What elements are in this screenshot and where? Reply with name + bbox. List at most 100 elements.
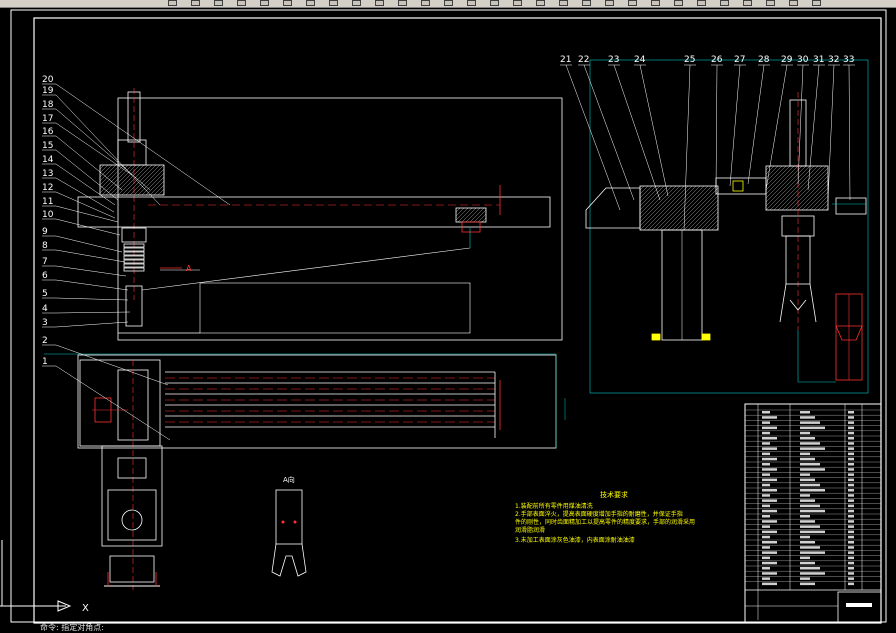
paste-icon[interactable] [329,0,338,6]
hatch-line [456,208,457,209]
properties-icon[interactable] [490,0,499,6]
parts-text-mark [762,468,777,471]
main-elevation-view [77,88,563,341]
command-line[interactable]: 命令: 指定对角点: [0,623,896,632]
hatch-line [659,186,705,230]
hatch-line [691,203,718,230]
drawing-canvas[interactable]: 201918171615141312111098765432121 22 23 24 2… [0,7,896,626]
hatch-line [145,176,164,195]
hatch-line [113,165,145,195]
help-icon[interactable] [628,0,637,6]
plot-style-icon[interactable] [812,0,821,6]
parts-text-mark [762,426,777,430]
callout-leader [55,94,161,206]
parts-text-mark [800,416,815,419]
layer-match-icon[interactable] [720,0,729,6]
callout-29: 29 [781,55,793,65]
parts-text-mark [800,473,810,476]
side-cylinder-port [732,180,744,192]
title-block [744,403,882,623]
palette-icon[interactable] [536,0,545,6]
callout-28: 28 [758,55,770,65]
hatch-line [109,165,141,195]
parts-text-mark [848,416,854,419]
lineweight-icon[interactable] [789,0,798,6]
side-foot-marker-left [651,333,661,341]
copy-icon[interactable] [306,0,315,6]
callout-leader [715,64,718,191]
callout-8: 8 [42,241,48,251]
design-center-icon[interactable] [513,0,522,6]
callout-25: 25 [684,55,695,65]
parts-text-mark [762,457,777,461]
parts-text-mark [762,421,770,424]
parts-text-mark [800,483,820,487]
parts-text-mark [800,421,820,424]
parts-text-mark [762,520,777,523]
parts-text-mark [762,525,770,528]
hatch-line [100,165,105,170]
hatch-line [640,186,653,199]
layer-prev-icon[interactable] [651,0,660,6]
parts-text-mark [762,437,777,440]
print-icon[interactable] [237,0,246,6]
parts-text-mark [800,561,815,565]
callout-15: 15 [42,141,53,151]
preview-icon[interactable] [260,0,269,6]
parts-text-mark [800,525,820,528]
layer-icon[interactable] [191,0,200,6]
parts-text-mark [848,525,854,528]
pan-icon[interactable] [421,0,430,6]
layer-props-icon[interactable] [674,0,683,6]
match-icon[interactable] [352,0,361,6]
zoom-icon[interactable] [444,0,453,6]
hatch-lines [766,166,828,210]
redo-icon[interactable] [398,0,407,6]
hatch-line [157,188,164,195]
parts-text-mark [848,541,854,544]
undo-icon[interactable] [375,0,384,6]
parts-text-mark [848,509,854,513]
zoom-window-icon[interactable] [467,0,476,6]
hatch-line [667,186,713,230]
hatch-line [801,183,828,210]
callout-4: 4 [42,304,48,314]
parts-text-mark [800,426,825,430]
parts-text-mark [762,494,770,497]
grid-icon[interactable] [168,0,177,6]
parts-text-mark [848,431,854,435]
parts-text-mark [800,515,810,518]
hatch-line [766,166,767,167]
callout-leader [55,191,116,219]
plan-view-frame [77,354,557,449]
parts-text-mark [800,572,825,575]
hatch-line [465,208,481,222]
sheet-icon[interactable] [559,0,568,6]
parts-text-mark [848,546,854,549]
hatch-line [766,166,779,179]
parts-text-mark [762,411,770,414]
hatch-line [809,191,828,210]
parts-text-mark [762,567,770,570]
cut-icon[interactable] [283,0,292,6]
parts-text-mark [800,478,815,482]
parts-text-mark [848,567,854,570]
callout-leader [55,311,131,314]
markup-icon[interactable] [582,0,591,6]
hatch-line [640,186,661,207]
parts-text-mark [848,561,854,565]
callout-3: 3 [42,318,48,328]
hatch-line [640,186,685,230]
parts-text-mark [800,447,825,450]
hatch-line [781,166,827,210]
section-arrow-label: A [186,264,192,273]
layer-state-icon[interactable] [697,0,706,6]
main-view-frame [117,97,563,341]
color-icon[interactable] [743,0,752,6]
save-icon[interactable] [214,0,223,6]
linetype-icon[interactable] [766,0,775,6]
side-view [585,59,869,394]
column-lower-block [107,489,157,541]
calc-icon[interactable] [605,0,614,6]
plan-view [44,353,566,590]
